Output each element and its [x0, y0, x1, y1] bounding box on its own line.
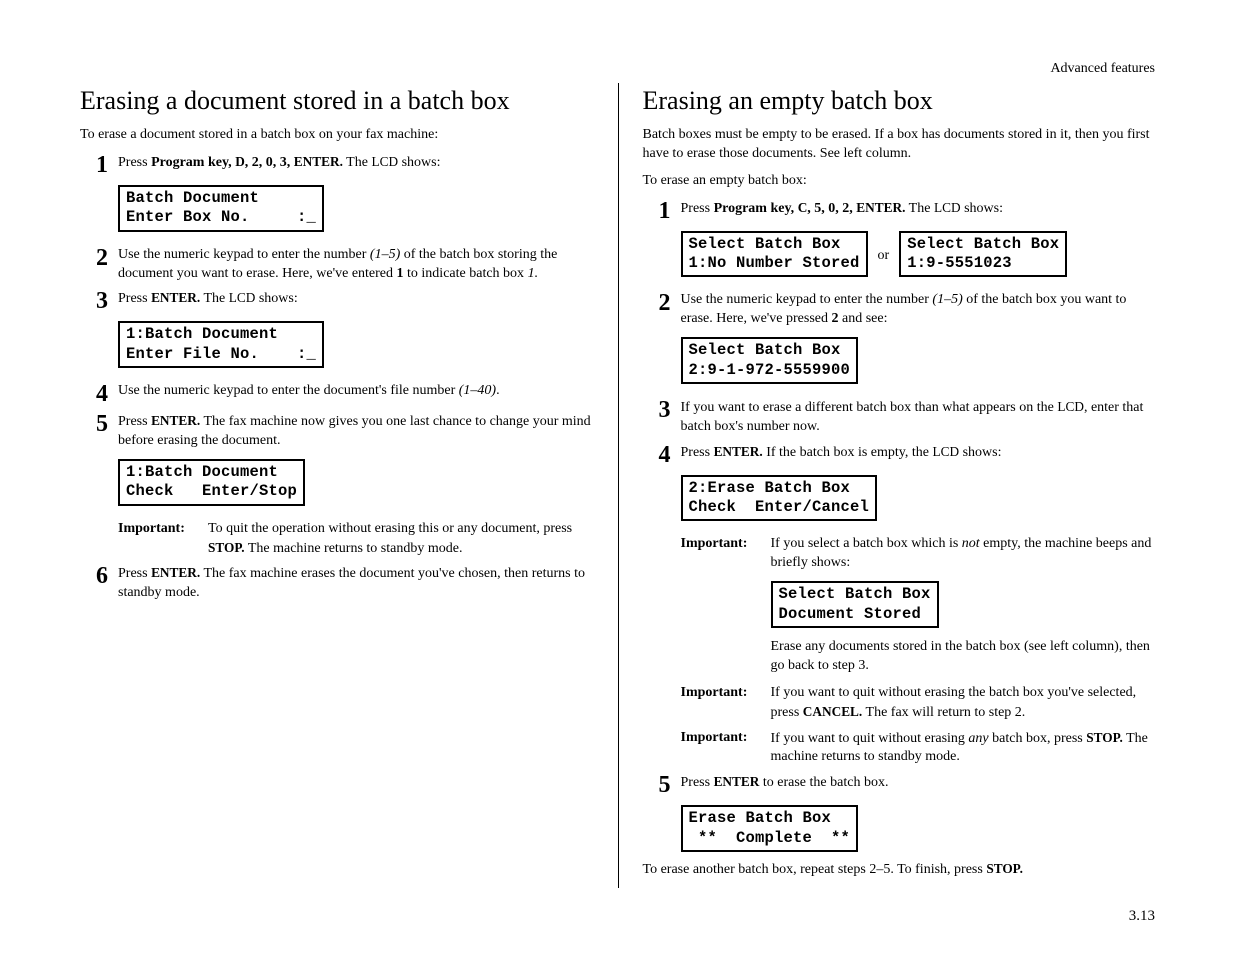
lcd-wrap: Select Batch Box Document Stored Erase a… [771, 577, 1156, 676]
step-body: Press Program key, C, 5, 0, 2, ENTER. Th… [681, 199, 1156, 219]
step-body: Use the numeric keypad to enter the numb… [681, 291, 1156, 329]
step-number: 5 [80, 412, 118, 436]
right-step-2: 2 Use the numeric keypad to enter the nu… [643, 291, 1156, 329]
manual-page: Advanced features Erasing a document sto… [0, 0, 1235, 954]
step-number: 1 [80, 153, 118, 177]
two-column-layout: Erasing a document stored in a batch box… [80, 83, 1155, 888]
step-body: Press Program key, D, 2, 0, 3, ENTER. Th… [118, 153, 594, 173]
page-number: 3.13 [1129, 906, 1155, 926]
step-body: Use the numeric keypad to enter the numb… [118, 246, 594, 284]
lcd-display: Erase Batch Box ** Complete ** [681, 805, 859, 852]
lcd-display: Select Batch Box 1:9-5551023 [899, 231, 1067, 278]
left-step-6: 6 Press ENTER. The fax machine erases th… [80, 564, 594, 603]
right-step-4: 4 Press ENTER. If the batch box is empty… [643, 443, 1156, 467]
step-number: 5 [643, 773, 681, 797]
right-step-3: 3 If you want to erase a different batch… [643, 398, 1156, 437]
lcd-pair: Select Batch Box 1:No Number Stored or S… [681, 227, 1156, 286]
right-title: Erasing an empty batch box [643, 83, 1156, 118]
lcd-display: 2:Erase Batch Box Check Enter/Cancel [681, 475, 878, 522]
important-label: Important: [681, 729, 771, 768]
left-step-1: 1 Press Program key, D, 2, 0, 3, ENTER. … [80, 153, 594, 177]
lcd-display: Select Batch Box Document Stored [771, 581, 939, 628]
step-body: Use the numeric keypad to enter the docu… [118, 382, 594, 401]
step-body: Press ENTER. If the batch box is empty, … [681, 443, 1156, 463]
important-block: Important: If you select a batch box whi… [681, 535, 1156, 573]
lcd-display: Select Batch Box 2:9-1-972-5559900 [681, 337, 859, 384]
left-title: Erasing a document stored in a batch box [80, 83, 594, 118]
step-body: Press ENTER. The fax machine erases the … [118, 564, 594, 603]
important-label: Important: [681, 535, 771, 573]
step-number: 6 [80, 564, 118, 588]
step-number: 3 [80, 289, 118, 313]
or-text: or [878, 247, 890, 266]
right-intro1: Batch boxes must be empty to be erased. … [643, 126, 1156, 164]
lcd-display: 1:Batch Document Enter File No. :_ [118, 321, 324, 368]
step-body: Press ENTER to erase the batch box. [681, 773, 1156, 793]
final-note: To erase another batch box, repeat steps… [643, 860, 1156, 880]
important-block: Important: If you want to quit without e… [681, 684, 1156, 723]
right-step-1: 1 Press Program key, C, 5, 0, 2, ENTER. … [643, 199, 1156, 223]
right-intro2: To erase an empty batch box: [643, 172, 1156, 191]
step-number: 4 [80, 382, 118, 406]
important-body: To quit the operation without erasing th… [208, 520, 594, 559]
step-body: Press ENTER. The LCD shows: [118, 289, 594, 309]
step-body: If you want to erase a different batch b… [681, 398, 1156, 437]
left-intro: To erase a document stored in a batch bo… [80, 126, 594, 145]
step-body: Press ENTER. The fax machine now gives y… [118, 412, 594, 451]
lcd-wrap: 1:Batch Document Enter File No. :_ [118, 317, 594, 376]
lcd-display: Select Batch Box 1:No Number Stored [681, 231, 868, 278]
lcd-wrap: 2:Erase Batch Box Check Enter/Cancel [681, 471, 1156, 530]
section-header: Advanced features [80, 60, 1155, 79]
important-body: If you want to quit without erasing any … [771, 729, 1156, 768]
left-step-4: 4 Use the numeric keypad to enter the do… [80, 382, 594, 406]
important-block: Important: If you want to quit without e… [681, 729, 1156, 768]
step-number: 2 [643, 291, 681, 315]
lcd-display: Batch Document Enter Box No. :_ [118, 185, 324, 232]
left-step-3: 3 Press ENTER. The LCD shows: [80, 289, 594, 313]
step-number: 3 [643, 398, 681, 422]
important-body: If you select a batch box which is not e… [771, 535, 1156, 573]
important-block: Important: To quit the operation without… [118, 520, 594, 559]
lcd-wrap: Select Batch Box 2:9-1-972-5559900 [681, 333, 1156, 392]
step-number: 2 [80, 246, 118, 270]
right-column: Erasing an empty batch box Batch boxes m… [618, 83, 1156, 888]
step-number: 4 [643, 443, 681, 467]
left-step-5: 5 Press ENTER. The fax machine now gives… [80, 412, 594, 451]
important-body: If you want to quit without erasing the … [771, 684, 1156, 723]
lcd-wrap: Erase Batch Box ** Complete ** [681, 801, 1156, 860]
important-label: Important: [118, 520, 208, 559]
right-step-5: 5 Press ENTER to erase the batch box. [643, 773, 1156, 797]
step-number: 1 [643, 199, 681, 223]
note-text: Erase any documents stored in the batch … [771, 638, 1156, 676]
left-step-2: 2 Use the numeric keypad to enter the nu… [80, 246, 594, 284]
lcd-wrap: Batch Document Enter Box No. :_ [118, 181, 594, 240]
important-label: Important: [681, 684, 771, 723]
lcd-display: 1:Batch Document Check Enter/Stop [118, 459, 305, 506]
left-column: Erasing a document stored in a batch box… [80, 83, 618, 888]
lcd-wrap: 1:Batch Document Check Enter/Stop [118, 455, 594, 514]
